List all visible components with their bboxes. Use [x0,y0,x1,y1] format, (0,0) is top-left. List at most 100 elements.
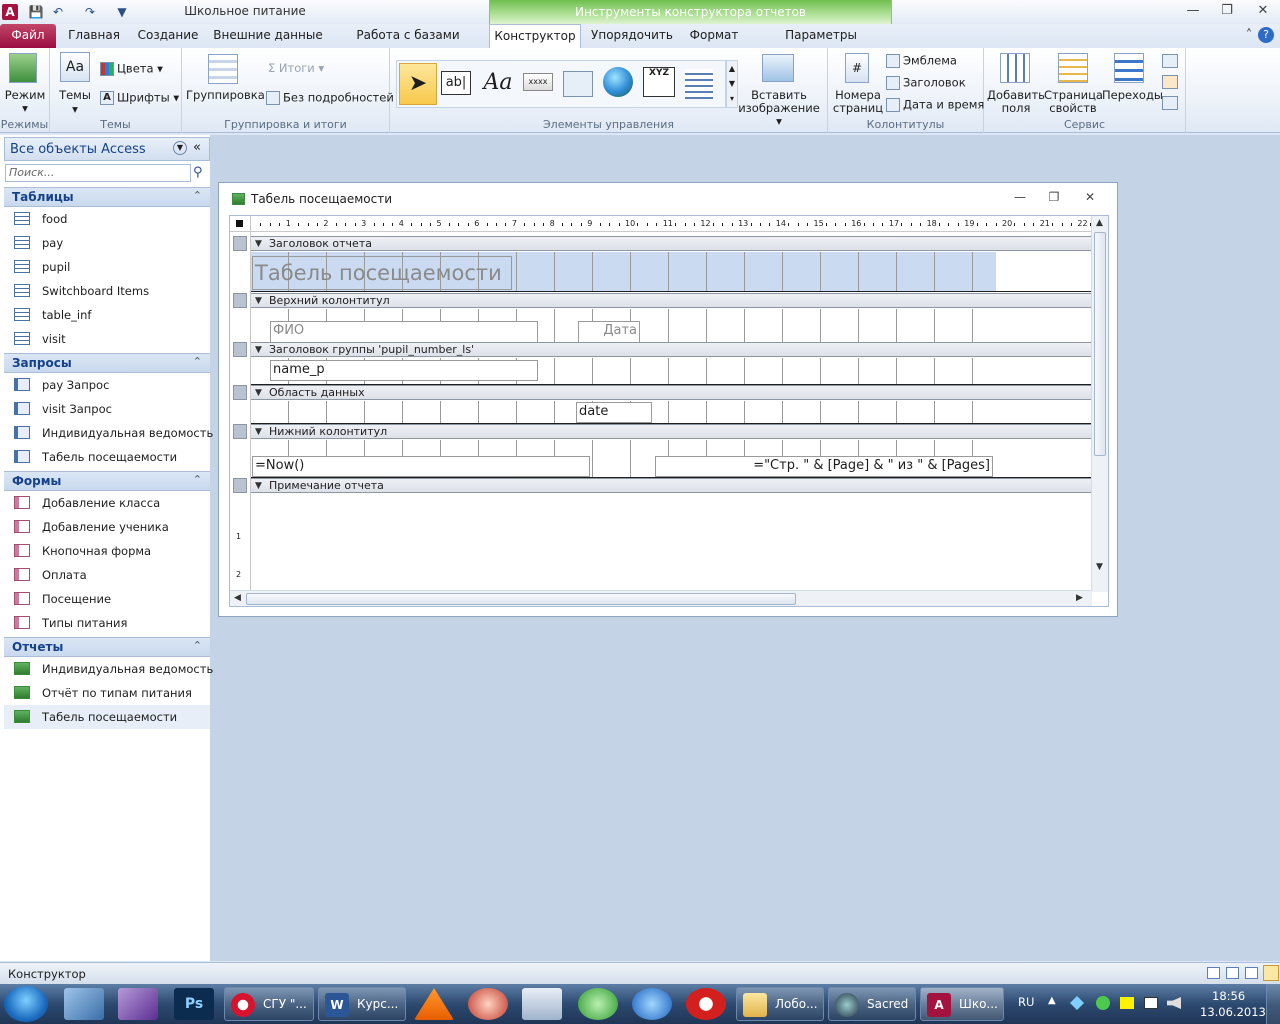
doc-minimize-icon[interactable]: — [1009,190,1031,206]
clock-date[interactable]: 13.06.2013 [1200,1005,1266,1019]
taskbar-opera[interactable]: СГУ "... [224,987,314,1021]
tab-design[interactable]: Конструктор [489,24,581,49]
band-page-footer[interactable]: ▼ Нижний колонтитул [251,424,1092,439]
tab-home[interactable]: Главная [62,24,126,48]
network-icon[interactable] [1070,996,1084,1010]
show-desktop-button[interactable] [1266,984,1280,1024]
collapse-section-icon[interactable]: ⌃ [193,639,202,652]
add-fields-button[interactable]: Добавить поля [986,89,1046,115]
report-designer-canvas[interactable]: 1 2 3 4 5 6 7 8 9 10 11 12 13 14 15 16 17 18 19 20 21 22 12 ▼… [229,215,1109,607]
yandex-icon[interactable] [632,988,672,1020]
tab-arrange[interactable]: Упорядочить [588,24,676,48]
sync-icon[interactable] [1096,996,1110,1010]
nav-item[interactable]: food [4,207,210,231]
nav-item[interactable]: Оплата [4,563,210,587]
collapse-section-icon[interactable]: ⌃ [193,473,202,486]
tab-format[interactable]: Формат [684,24,744,48]
horizontal-scrollbar[interactable]: ◀ ▶ [230,590,1092,606]
band-group-header[interactable]: ▼ Заголовок группы 'pupil_number_ls' [251,342,1092,357]
name-p-textbox[interactable]: name_p [270,360,538,381]
nav-item[interactable]: table_inf [4,303,210,327]
web-browser-control-icon[interactable]: XYZ [643,67,675,97]
taskbar-word[interactable]: W Курс... [318,987,406,1021]
tab-database-tools[interactable]: Работа с базами данных [334,24,482,65]
taskbar-access[interactable]: A Шко... [920,987,1004,1021]
logo-button[interactable]: Эмблема [886,54,957,68]
select-report-box[interactable] [230,216,251,232]
tab-file[interactable]: Файл [0,24,56,48]
clock-time[interactable]: 18:56 [1212,989,1245,1003]
subform-icon[interactable] [1162,54,1178,68]
vertical-scroll-thumb[interactable] [1094,232,1106,456]
band-selector[interactable] [233,385,247,400]
date-textbox[interactable]: date [576,402,652,423]
nav-menu-chevron-icon[interactable]: ▼ [173,141,187,155]
downloader-icon[interactable] [578,988,618,1020]
label-control-icon[interactable]: Aa [481,67,515,99]
report-window-title-bar[interactable]: Табель посещаемости — ❐ ✕ [219,183,1117,213]
visual-studio-icon[interactable] [118,988,158,1020]
nav-item[interactable]: Табель посещаемости [4,705,210,729]
nav-item[interactable]: pay [4,231,210,255]
doc-close-icon[interactable]: ✕ [1079,190,1101,206]
photoshop-icon[interactable]: Ps [174,988,214,1020]
vlc-icon[interactable] [414,988,454,1020]
tab-page-setup[interactable]: Параметры страницы [754,24,888,65]
band-report-header[interactable]: ▼ Заголовок отчета [251,236,1092,251]
band-selector[interactable] [233,424,247,439]
vertical-ruler[interactable]: 12 [230,232,251,592]
date-time-button[interactable]: Дата и время [886,98,984,112]
hide-details-button[interactable]: Без подробностей [266,91,394,105]
close-icon[interactable]: ✕ [1250,2,1276,20]
doc-restore-icon[interactable]: ❐ [1043,190,1065,206]
property-sheet-button[interactable]: Страница свойств [1044,89,1103,115]
now-textbox[interactable]: =Now() [252,456,590,477]
view-code-icon[interactable] [1162,75,1178,89]
textbox-control-icon[interactable]: ab| [441,71,471,95]
nav-item[interactable]: pay Запрос [4,373,210,397]
nav-item[interactable]: Кнопочная форма [4,539,210,563]
nav-item[interactable]: visit [4,327,210,351]
search-icon[interactable]: ⚲ [193,165,203,180]
start-button[interactable] [4,986,48,1022]
vertical-scrollbar[interactable]: ▲ ▼ [1091,216,1108,592]
tab-order-button[interactable]: Переходы [1102,89,1163,102]
page-count-textbox[interactable]: ="Стр. " & [Page] & " из " & [Pages] [655,456,993,477]
nav-item[interactable]: Посещение [4,587,210,611]
nav-search-input[interactable]: Поиск... [5,164,191,182]
button-control-icon[interactable]: xxxx [523,73,553,91]
convert-macros-icon[interactable] [1162,96,1178,110]
colors-button[interactable]: Цвета ▾ [100,62,163,76]
collapse-section-icon[interactable]: ⌃ [193,355,202,368]
volume-icon[interactable] [1167,997,1181,1009]
monitor-icon[interactable] [1144,997,1158,1009]
report-footer-area[interactable] [251,494,1092,592]
calculator-icon[interactable] [522,988,562,1020]
band-detail[interactable]: ▼ Область данных [251,385,1092,400]
fio-label[interactable]: ФИО [270,321,538,343]
band-selector[interactable] [233,342,247,357]
nav-section-query[interactable]: Запросы ⌃ [4,353,210,373]
select-pointer-icon[interactable]: ➤ [399,63,437,105]
minimize-icon[interactable]: — [1180,2,1206,20]
shutter-bar-icon[interactable]: « [193,140,201,155]
scroll-up-icon[interactable]: ▲ [1096,218,1103,228]
show-hidden-icons[interactable]: ▲ [1048,995,1056,1006]
nav-item[interactable]: Switchboard Items [4,279,210,303]
restore-icon[interactable]: ❐ [1214,2,1240,20]
band-selector[interactable] [233,293,247,308]
help-icon[interactable]: ? [1258,27,1274,43]
virtualbox-icon[interactable] [64,988,104,1020]
page-numbers-button[interactable]: Номера страниц [830,89,886,115]
band-selector[interactable] [233,236,247,251]
nav-pane-header[interactable]: Все объекты Access ▼ « [4,137,210,161]
detail-area[interactable] [251,401,1092,424]
fonts-button[interactable]: A Шрифты ▾ [100,91,179,105]
taskbar-sacred[interactable]: Sacred [828,987,916,1021]
nav-item[interactable]: Типы питания [4,611,210,635]
title-button[interactable]: Заголовок [886,76,966,90]
scroll-left-icon[interactable]: ◀ [234,593,241,603]
scroll-down-icon[interactable]: ▼ [1096,562,1103,572]
app-round-icon[interactable] [468,988,508,1020]
nav-item[interactable]: Отчёт по типам питания [4,681,210,705]
